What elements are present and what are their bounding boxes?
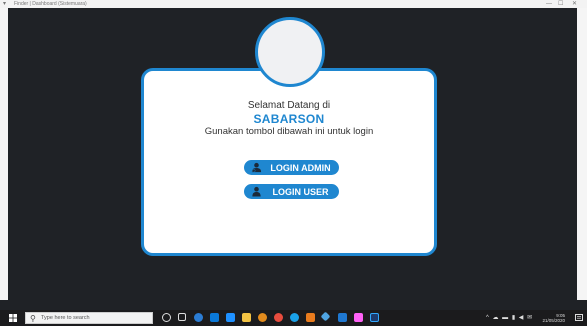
file-explorer-icon[interactable] [242,313,251,322]
user-icon [252,186,261,197]
edge-icon[interactable] [194,313,203,322]
window-titlebar: ▾ Finder | Dashboard (Sistemuara) — ☐ ✕ [0,0,587,8]
taskbar-search-box[interactable]: ⚲ Type here to search [25,312,153,324]
brand-title: SABARSON [253,112,325,126]
welcome-text: Selamat Datang di [247,100,331,111]
window-border-right [577,8,587,300]
admin-user-icon [251,162,262,173]
cortana-icon[interactable] [162,313,171,322]
diamond-app-icon[interactable] [320,311,331,322]
firefox-icon[interactable] [290,313,299,322]
avatar-circle [255,17,325,87]
mail-icon[interactable] [226,313,235,322]
search-placeholder: Type here to search [41,315,90,321]
login-instruction: Gunakan tombol dibawah ini untuk login [204,126,374,137]
chrome-icon[interactable] [274,313,283,322]
maximize-button[interactable]: ☐ [558,0,563,8]
search-icon: ⚲ [30,314,36,323]
photos-icon[interactable] [258,313,267,322]
vscode-icon[interactable] [338,313,347,322]
minimize-button[interactable]: — [546,0,552,8]
task-view-icon[interactable] [178,313,186,321]
notification-center-icon[interactable] [575,314,583,322]
login-admin-label: LOGIN ADMIN [270,162,331,173]
taskbar: ⚲ Type here to search ^ ☁ ▬ ▮ ◀ ✉ 9:05 2… [0,310,587,326]
system-tray-icons[interactable]: ^ ☁ ▬ ▮ ◀ ✉ [486,314,533,322]
close-button[interactable]: ✕ [572,0,577,8]
store-icon[interactable] [210,313,219,322]
login-user-label: LOGIN USER [272,186,329,197]
photoshop-icon[interactable] [370,313,379,322]
window-title: Finder | Dashboard (Sistemuara) [14,1,87,7]
clock[interactable]: 9:05 21/05/2020 [542,313,565,323]
window-menu-icon[interactable]: ▾ [3,1,9,7]
login-user-button[interactable]: LOGIN USER [244,184,339,199]
window-border-left [0,8,8,300]
windows-start-icon[interactable] [9,314,17,322]
clock-date: 21/05/2020 [542,318,565,323]
security-icon[interactable] [306,313,315,322]
adobe-xd-icon[interactable] [354,313,363,322]
login-admin-button[interactable]: LOGIN ADMIN [244,160,339,175]
